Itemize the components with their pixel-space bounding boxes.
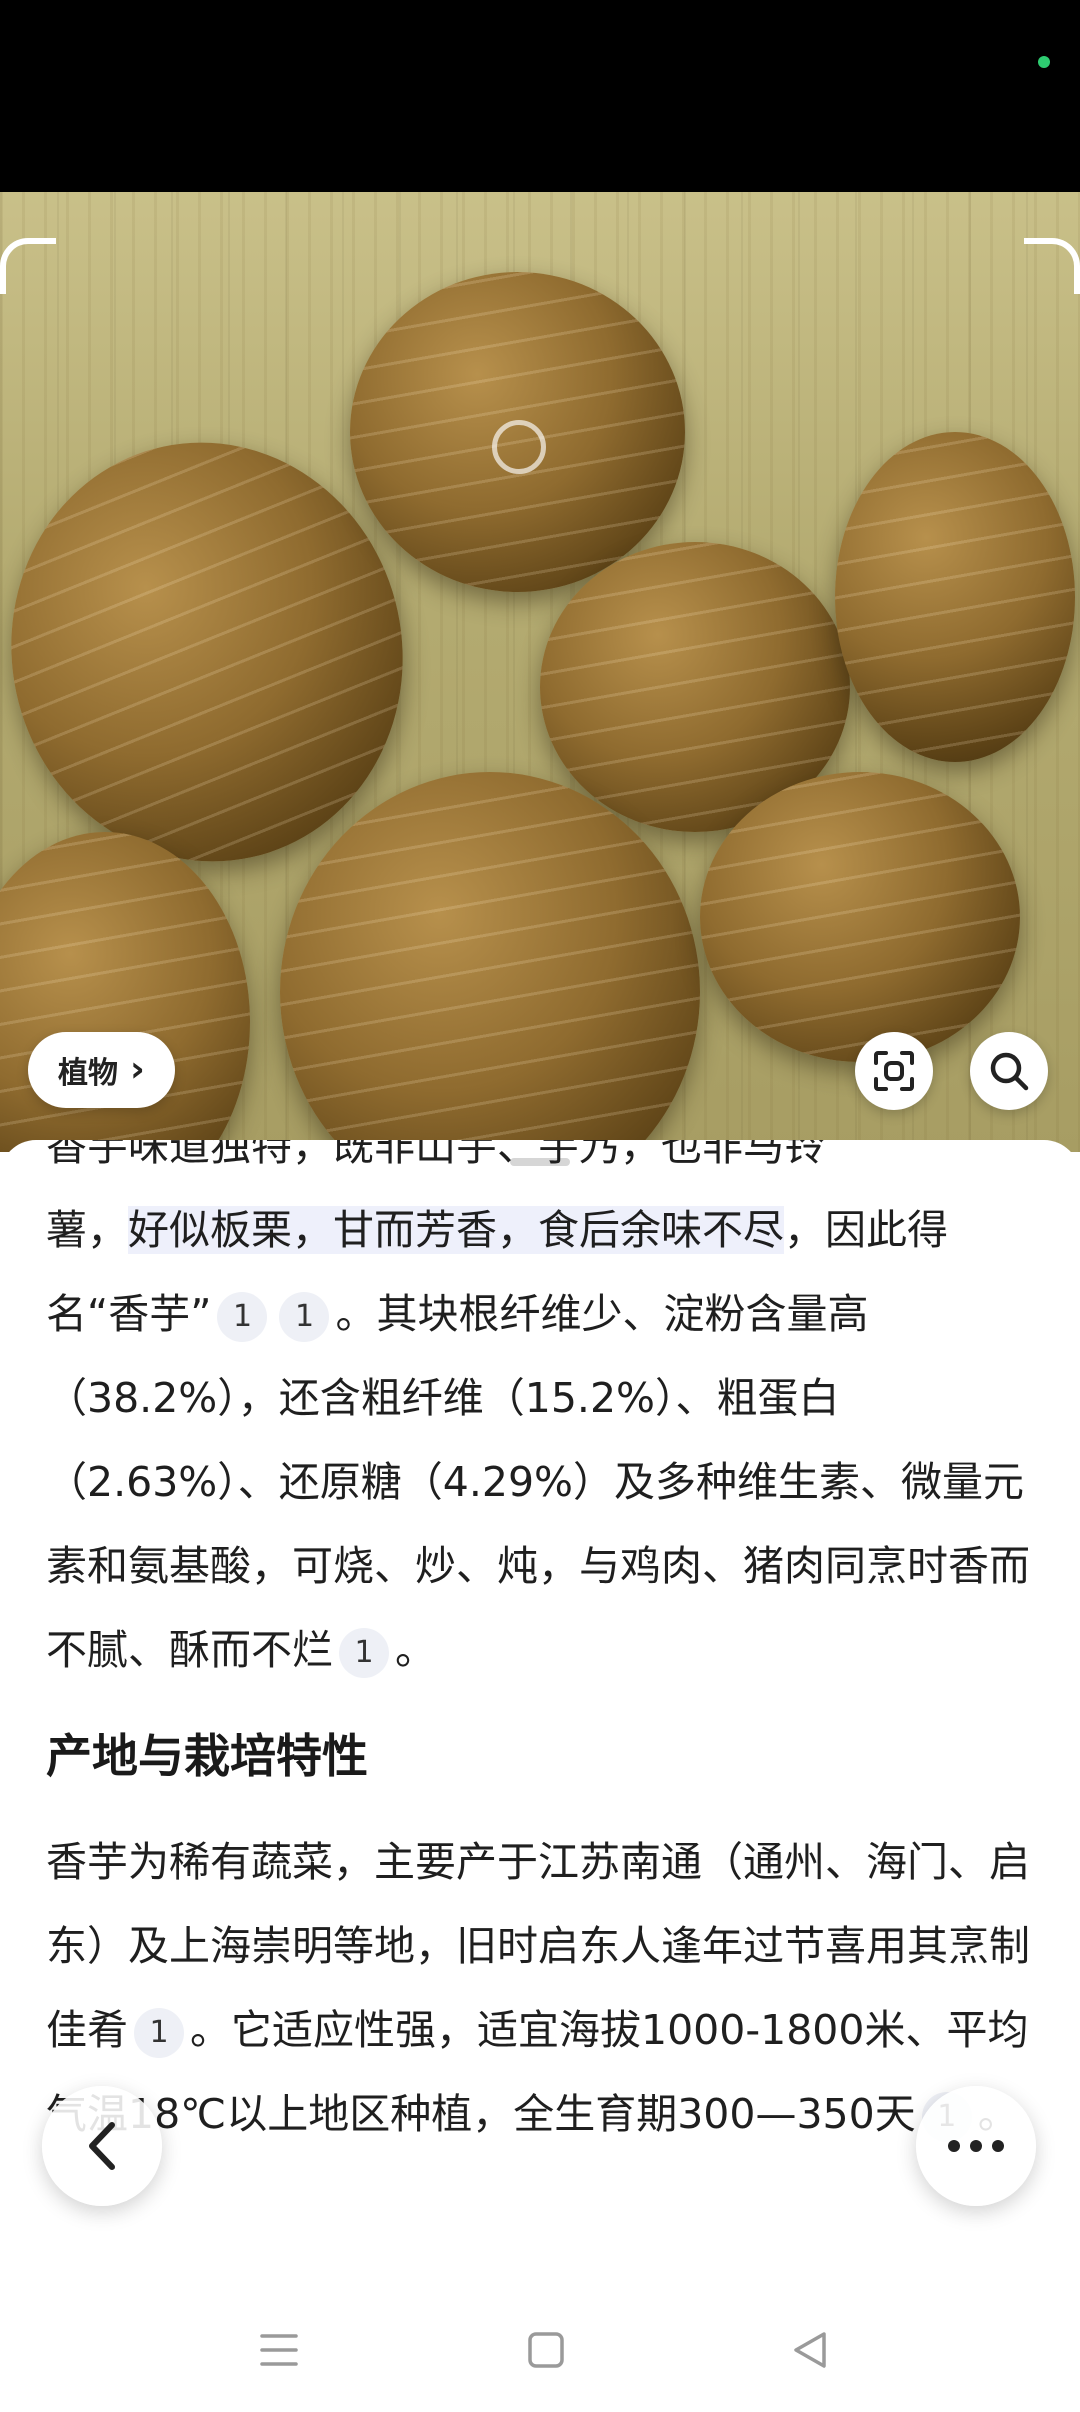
search-icon (990, 1052, 1029, 1091)
plant-tag-button[interactable]: 植物 › (28, 1032, 175, 1108)
citation-badge[interactable]: 1 (339, 1628, 389, 1678)
article-sheet[interactable]: 香芋味道独特，既非山芋、芋艿，也非马铃 薯，好似板栗，甘而芳香，食后余味不尽，因… (0, 1140, 1080, 2412)
highlighted-text[interactable]: 好似板栗，甘而芳香，食后余味不尽 (128, 1206, 784, 1254)
p1-text-c: 。其块根纤维少、淀粉含量高（38.2%），还含粗纤维（15.2%）、粗蛋白（2.… (46, 1290, 1030, 1674)
chevron-right-icon: › (130, 1049, 145, 1090)
scan-button[interactable] (855, 1032, 933, 1110)
taro-tuber (835, 432, 1075, 762)
crop-corner-left (0, 238, 56, 294)
partial-line: 香芋味道独特，既非山芋、芋艿，也非马铃 (46, 1140, 825, 1170)
partial-line-clip: 香芋味道独特，既非山芋、芋艿，也非马铃 (46, 1140, 1036, 1188)
citation-badge[interactable]: 1 (217, 1292, 268, 1342)
menu-icon[interactable] (258, 2330, 300, 2370)
article-body: 香芋味道独特，既非山芋、芋艿，也非马铃 薯，好似板栗，甘而芳香，食后余味不尽，因… (46, 1140, 1036, 2156)
status-indicator-dot (1038, 56, 1050, 68)
more-button[interactable] (916, 2086, 1036, 2206)
system-nav-bar (0, 2290, 1080, 2412)
plant-tag-label: 植物 (58, 1056, 118, 1091)
section-title: 产地与栽培特性 (46, 1729, 368, 1783)
scan-icon (874, 1051, 914, 1091)
taro-tuber (280, 772, 700, 1152)
citation-badge[interactable]: 1 (134, 2008, 184, 2058)
search-button[interactable] (970, 1032, 1048, 1110)
chevron-left-icon (89, 2122, 115, 2170)
more-icon (948, 2140, 1004, 2152)
p1-text-a: 薯， (46, 1206, 128, 1254)
taro-tuber (700, 772, 1020, 1062)
paragraph-1: 薯，好似板栗，甘而芳香，食后余味不尽，因此得名“香芋” 1 1 。其块根纤维少、淀粉含… (46, 1188, 1036, 1692)
back-button[interactable] (42, 2086, 162, 2206)
taro-photo: 植物 › (0, 192, 1080, 1152)
focus-ring-icon (492, 420, 546, 474)
home-icon[interactable] (526, 2330, 566, 2370)
paragraph-2: 香芋为稀有蔬菜，主要产于江苏南通（通州、海门、启东）及上海崇明等地，旧时启东人逢… (46, 1820, 1036, 2156)
p2-text-b: 。它适应性强，适宜海拔1000-1800米、平均气温18℃以上地区种植，全生育期… (46, 2006, 1029, 2138)
citation-badge[interactable]: 1 (279, 1292, 330, 1342)
p1-text-d: 。 (395, 1626, 436, 1674)
status-bar (0, 0, 1080, 192)
crop-corner-right (1024, 238, 1080, 294)
back-triangle-icon[interactable] (790, 2330, 830, 2370)
